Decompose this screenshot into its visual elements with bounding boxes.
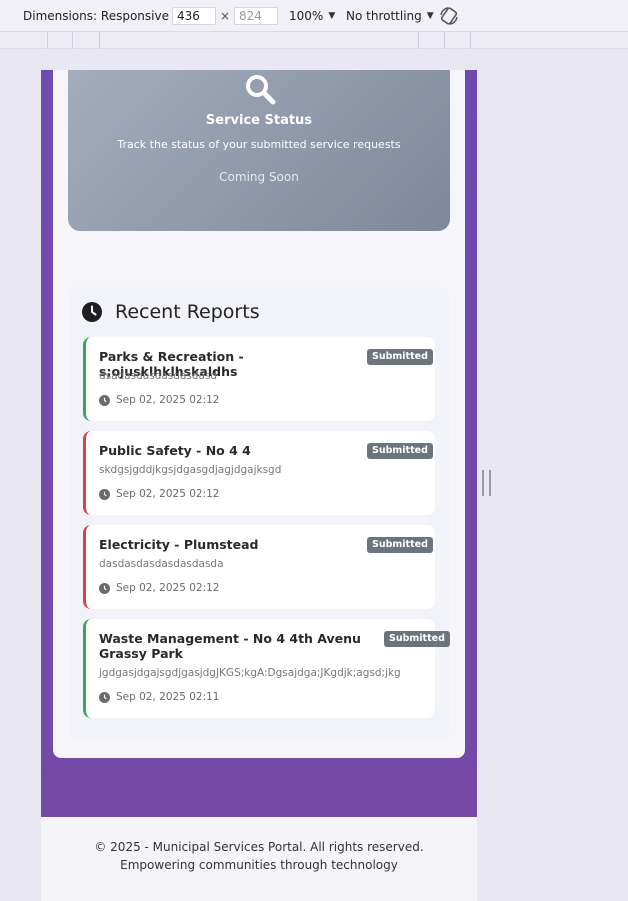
recent-reports-header: Recent Reports [82,301,260,323]
ruler-tick [444,32,445,49]
clock-icon [99,582,110,594]
device-viewport: Service Status Track the status of your … [41,70,497,901]
width-input[interactable]: 436 [172,7,216,25]
ruler-tick [470,32,471,49]
footer-tagline: Empowering communities through technolog… [120,858,398,872]
clock-icon [99,488,110,500]
throttling-label: No throttling [346,9,422,23]
footer-copyright: © 2025 - Municipal Services Portal. All … [94,840,424,854]
report-title: Waste Management - No 4 4th Avenu Grassy… [99,631,361,661]
media-query-ruler[interactable] [0,32,628,49]
report-date-text: Sep 02, 2025 02:12 [116,582,220,594]
clock-icon [99,394,110,406]
service-status-title: Service Status [205,113,313,128]
report-date-text: Sep 02, 2025 02:12 [116,488,220,500]
service-status-card[interactable]: Service Status Track the status of your … [68,70,450,231]
dimensions-dropdown[interactable]: Dimensions: Responsive ▼ [23,9,181,23]
search-icon [246,75,276,105]
ruler-tick [47,32,48,49]
zoom-label: 100% [289,9,324,23]
dimensions-label: Dimensions: Responsive [23,9,169,23]
viewport-resize-handle[interactable] [482,470,491,496]
ruler-tick [99,32,100,49]
ruler-tick [72,32,73,49]
devtools-device-toolbar: Dimensions: Responsive ▼ 436 × 824 100% … [0,0,628,32]
chevron-down-icon: ▼ [426,11,434,21]
report-description: jgdgasjdgajsgdjgasjdgJKGS;kgA:Dgsajdga;J… [99,667,401,679]
page-footer: © 2025 - Municipal Services Portal. All … [41,817,477,901]
service-status-description: Track the status of your submitted servi… [117,138,401,151]
report-date: Sep 02, 2025 02:11 [99,691,219,703]
recent-reports-title: Recent Reports [115,301,260,323]
clock-icon [82,302,102,322]
report-date-text: Sep 02, 2025 02:12 [116,394,220,406]
report-title: Public Safety - No 4 4 [99,443,251,458]
throttling-dropdown[interactable]: No throttling ▼ [346,9,434,23]
report-card[interactable]: Public Safety - No 4 4 Submitted skdgsjg… [83,431,435,515]
report-description: dasdasdasdasdasdasda [99,558,224,570]
report-description: dsadasdasdasdasdasd [99,370,218,382]
height-input[interactable]: 824 [234,7,278,25]
clock-icon [99,691,110,703]
report-card[interactable]: Parks & Recreation - s;ojusklhklhskaldhs… [83,337,435,421]
report-card[interactable]: Electricity - Plumstead Submitted dasdas… [83,525,435,609]
ruler-tick [418,32,419,49]
dimension-separator: × [220,9,231,23]
report-description: skdgsjgddjkgsjdgasgdjagjdgajksgd [99,464,282,476]
report-date: Sep 02, 2025 02:12 [99,582,219,594]
chevron-down-icon: ▼ [328,11,336,21]
status-badge: Submitted [367,537,433,553]
report-date: Sep 02, 2025 02:12 [99,488,219,500]
coming-soon-label: Coming Soon [219,170,299,184]
status-badge: Submitted [384,631,450,647]
status-badge: Submitted [367,443,433,459]
rotate-icon[interactable] [439,6,459,26]
report-card[interactable]: Waste Management - No 4 4th Avenu Grassy… [83,619,450,718]
report-date-text: Sep 02, 2025 02:11 [116,691,220,703]
report-date: Sep 02, 2025 02:12 [99,394,219,406]
report-title: Electricity - Plumstead [99,537,259,552]
recent-reports-panel: Recent Reports Parks & Recreation - s;oj… [69,287,450,740]
status-badge: Submitted [367,349,433,365]
zoom-dropdown[interactable]: 100% ▼ [289,9,335,23]
